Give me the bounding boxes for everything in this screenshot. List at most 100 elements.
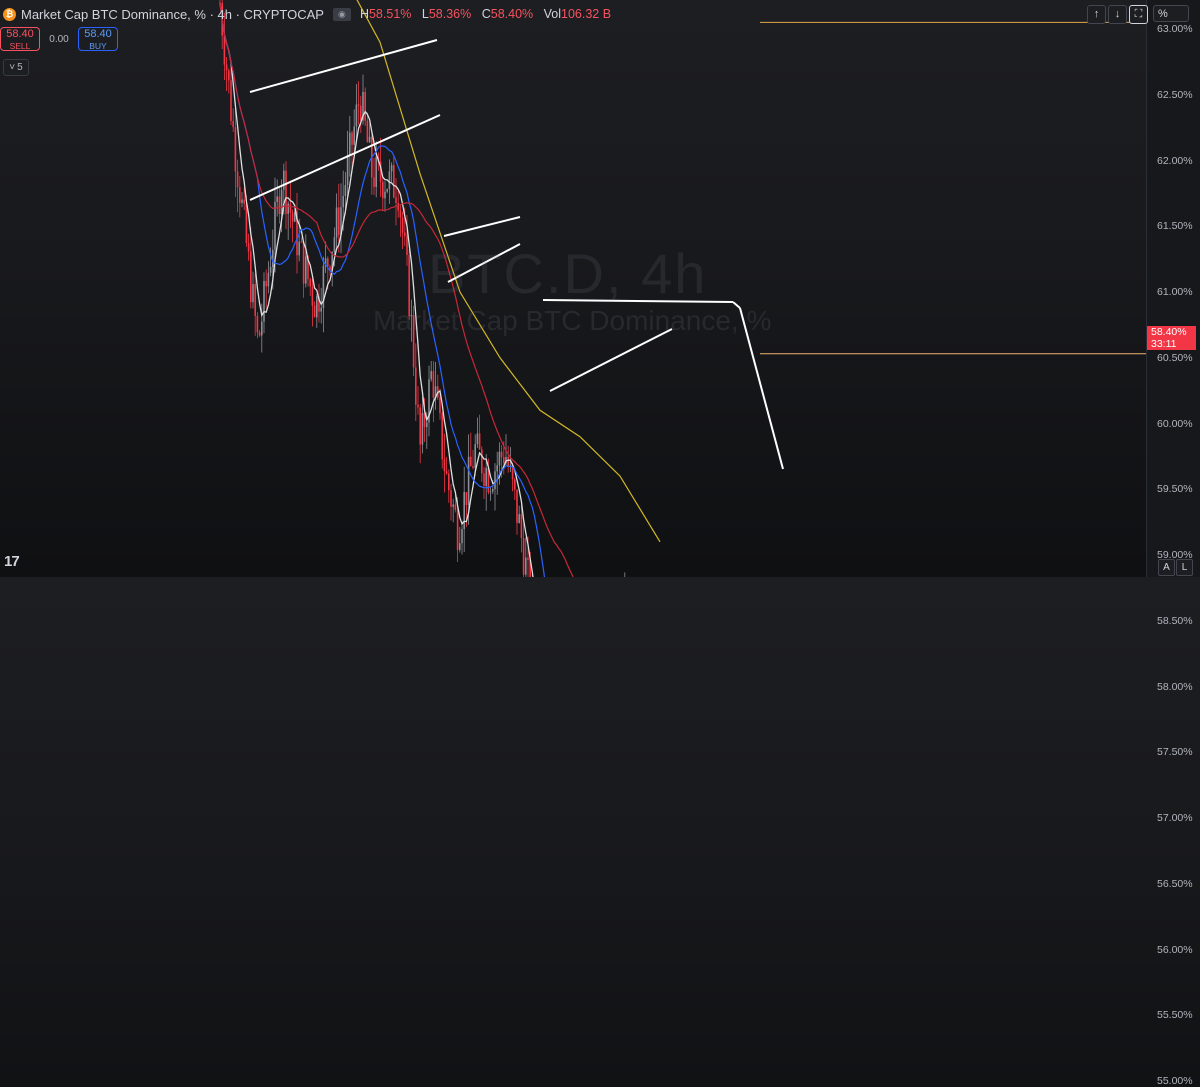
candle-body	[397, 202, 399, 211]
candle-body	[489, 491, 492, 493]
buy-price: 58.40	[84, 28, 112, 40]
ohlc-key-volume: Vol	[543, 7, 562, 21]
last-price-badge: 58.40% 33:11	[1147, 326, 1196, 350]
candle-body	[263, 280, 265, 322]
ohlc-value-low: 58.36%	[428, 7, 472, 21]
candle-body	[393, 165, 395, 198]
candle-body	[316, 296, 318, 318]
price-tick-label: 60.50%	[1157, 351, 1193, 364]
candle-body	[236, 171, 239, 188]
buy-button[interactable]: 58.40 BUY	[78, 27, 118, 51]
candle-body	[476, 433, 479, 445]
candle-body	[461, 529, 463, 544]
candle-body	[399, 210, 402, 218]
spread-value: 0.00	[49, 33, 69, 45]
candle-body	[430, 371, 432, 380]
candle-body	[344, 185, 347, 197]
indicators-count: 5	[17, 62, 23, 73]
symbol-title[interactable]: Market Cap BTC Dominance, % · 4h · CRYPT…	[21, 7, 324, 22]
price-tick-label: 56.00%	[1157, 943, 1193, 956]
candle-body	[470, 456, 472, 467]
candle-body	[496, 465, 498, 472]
candle-body	[320, 307, 322, 312]
candle-body	[360, 105, 362, 121]
candle-body	[419, 407, 421, 445]
candle-body	[445, 471, 448, 474]
candle-body	[225, 64, 228, 71]
price-tick-label: 56.50%	[1157, 877, 1193, 890]
candle-body	[448, 473, 450, 491]
candle-body	[382, 181, 384, 199]
candle-body	[300, 241, 303, 243]
candle-body	[311, 286, 314, 306]
price-tick-label: 63.00%	[1157, 23, 1193, 35]
price-tick-label: 58.00%	[1157, 680, 1193, 693]
buy-label: BUY	[89, 41, 107, 51]
candle-body	[472, 466, 474, 468]
candle-body	[269, 266, 272, 273]
last-price-value: 58.40%	[1151, 326, 1187, 338]
sell-label: SELL	[9, 41, 31, 51]
indicators-toggle-button[interactable]: ˅ 5	[3, 59, 29, 76]
candle-body	[443, 459, 446, 472]
candle-body	[522, 538, 525, 575]
candle-body	[228, 70, 230, 81]
candle-body	[404, 232, 406, 237]
candle-body	[353, 126, 355, 145]
scroll-up-button[interactable]: ↑	[1087, 5, 1106, 24]
sell-button[interactable]: 58.40 SELL	[0, 27, 40, 51]
candle-body	[230, 80, 232, 121]
ohlc-values: H58.51% L58.36% C58.40% Vol106.32 B	[360, 7, 618, 21]
scroll-down-button[interactable]: ↓	[1108, 5, 1127, 24]
sell-price: 58.40	[6, 28, 34, 40]
candle-body	[335, 207, 338, 238]
candle-body	[342, 196, 344, 208]
candle-body	[357, 104, 360, 106]
bitcoin-icon: ₿	[3, 7, 16, 21]
ohlc-value-high: 58.51%	[368, 7, 412, 21]
auto-scale-button[interactable]: A	[1158, 559, 1175, 576]
candle-body	[289, 203, 292, 213]
log-scale-button[interactable]: L	[1176, 559, 1193, 576]
candle-body	[338, 207, 340, 236]
bar-countdown: 33:11	[1151, 338, 1177, 350]
candle-body	[439, 397, 441, 414]
candle-body	[355, 104, 358, 127]
price-tick-label: 57.00%	[1157, 812, 1193, 824]
candle-body	[223, 35, 226, 65]
candle-body	[285, 170, 287, 214]
tradingview-logo[interactable]: 17	[4, 553, 20, 570]
candle-body	[463, 492, 465, 530]
price-tick-label: 61.00%	[1157, 286, 1193, 298]
candle-body	[485, 467, 487, 486]
candle-body	[441, 413, 443, 460]
price-tick-label: 61.50%	[1157, 220, 1193, 233]
candle-body	[500, 451, 503, 458]
watermark-symbol: BTC.D, 4h	[428, 242, 708, 305]
candle-body	[302, 241, 305, 284]
ohlc-value-close: 58.40%	[490, 7, 534, 21]
eye-icon[interactable]: ◉	[332, 7, 351, 21]
candle-body	[234, 127, 237, 172]
price-tick-label: 58.50%	[1157, 614, 1193, 627]
ohlc-key-high: H	[359, 7, 369, 21]
candle-body	[351, 132, 353, 145]
candle-body	[384, 191, 386, 199]
candle-body	[417, 404, 419, 408]
candle-body	[368, 136, 371, 143]
percent-scale-button[interactable]: %	[1153, 5, 1189, 22]
candle-body	[516, 489, 518, 523]
candle-body	[498, 451, 501, 466]
price-tick-label: 62.00%	[1157, 154, 1193, 167]
candle-body	[276, 196, 278, 202]
candle-body	[467, 456, 470, 506]
watermark-description: Market Cap BTC Dominance, %	[373, 305, 772, 336]
candle-body	[514, 479, 516, 490]
fit-screen-button[interactable]: ⛶	[1129, 5, 1148, 24]
price-tick-label: 60.00%	[1157, 417, 1193, 430]
candle-body	[245, 203, 248, 243]
candle-body	[232, 120, 234, 128]
candle-body	[474, 444, 476, 468]
candle-body	[333, 237, 336, 253]
candle-body	[247, 242, 250, 252]
